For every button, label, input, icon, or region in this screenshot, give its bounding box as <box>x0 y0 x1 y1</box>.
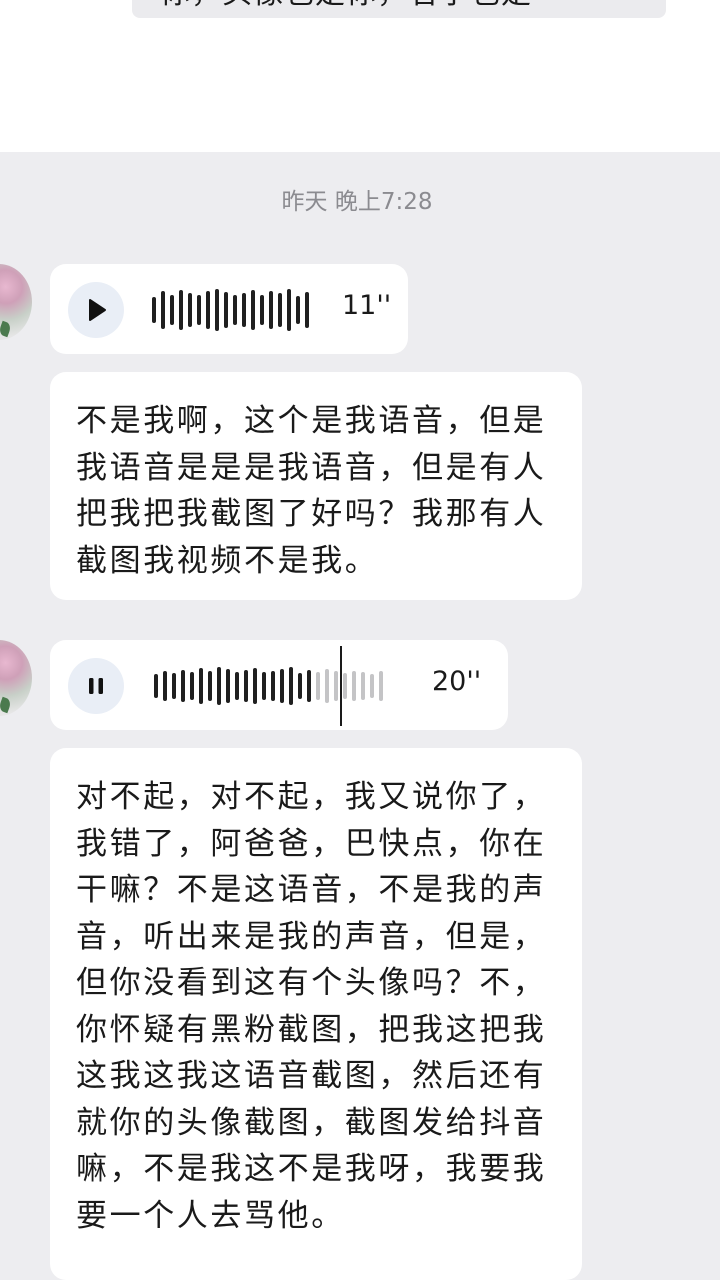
waveform-bar <box>307 670 311 702</box>
pause-icon <box>89 678 103 694</box>
waveform-bar <box>343 673 347 699</box>
waveform-bar <box>334 671 338 701</box>
waveform-bar <box>316 672 320 700</box>
waveform-bar <box>352 671 356 701</box>
text-message-bubble[interactable]: 不是我啊，这个是我语音，但是我语音是是是我语音，但是有人把我把我截图了好吗？我那… <box>50 372 582 600</box>
waveform-bar <box>287 289 291 331</box>
waveform-bar <box>233 295 237 325</box>
waveform-bar <box>152 297 156 323</box>
waveform-bar <box>190 672 194 700</box>
waveform-bar <box>226 669 230 703</box>
waveform-bar <box>271 671 275 701</box>
waveform-bar <box>269 291 273 329</box>
waveform-bar <box>217 667 221 705</box>
waveform-bar <box>278 293 282 327</box>
waveform-bar <box>179 290 183 330</box>
voice-duration: 11'' <box>342 290 392 321</box>
message-text: 不是我啊，这个是我语音，但是我语音是是是我语音，但是有人把我把我截图了好吗？我那… <box>76 403 547 579</box>
waveform-bar <box>244 670 248 702</box>
waveform-bar <box>242 293 246 327</box>
waveform-bar <box>260 295 264 325</box>
waveform-bar <box>296 296 300 324</box>
waveform-bar <box>172 673 176 699</box>
waveform-bar <box>163 671 167 701</box>
playback-cursor[interactable] <box>340 646 342 726</box>
waveform-bar <box>305 292 309 328</box>
waveform-bar <box>206 291 210 329</box>
voice-duration: 20'' <box>432 666 482 697</box>
waveform-bar <box>379 671 383 701</box>
avatar-leaf <box>0 320 13 338</box>
waveform-bar <box>235 672 239 700</box>
voice-waveform <box>154 658 388 714</box>
waveform-bar <box>215 289 219 331</box>
previous-message-card[interactable]: 你，头像也是你，名字也是 <box>132 0 666 18</box>
voice-message-bubble[interactable]: 20'' <box>50 640 508 730</box>
waveform-bar <box>181 670 185 702</box>
message-text: 对不起，对不起，我又说你了，我错了，阿爸爸，巴快点，你在干嘛？不是这语音，不是我… <box>76 779 547 1234</box>
waveform-bar <box>298 673 302 699</box>
voice-waveform <box>152 282 314 338</box>
message-timestamp: 昨天 晚上7:28 <box>281 189 433 215</box>
waveform-bar <box>361 672 365 700</box>
waveform-bar <box>289 667 293 705</box>
voice-message-bubble[interactable]: 11'' <box>50 264 408 354</box>
waveform-bar <box>188 293 192 327</box>
waveform-bar <box>161 291 165 329</box>
waveform-bar <box>224 292 228 328</box>
waveform-bar <box>199 668 203 704</box>
waveform-bar <box>325 669 329 703</box>
play-button[interactable] <box>68 282 124 338</box>
pause-button[interactable] <box>68 658 124 714</box>
waveform-bar <box>197 295 201 325</box>
waveform-bar <box>253 668 257 704</box>
waveform-bar <box>370 674 374 698</box>
waveform-bar <box>170 295 174 325</box>
previous-message-text: 你，头像也是你，名字也是 <box>160 0 532 12</box>
waveform-bar <box>208 671 212 701</box>
text-message-bubble[interactable]: 对不起，对不起，我又说你了，我错了，阿爸爸，巴快点，你在干嘛？不是这语音，不是我… <box>50 748 582 1280</box>
previous-message-area: 你，头像也是你，名字也是 <box>0 0 720 152</box>
play-icon <box>89 299 106 321</box>
waveform-bar <box>251 290 255 330</box>
avatar-leaf <box>0 696 13 714</box>
waveform-bar <box>262 672 266 700</box>
waveform-bar <box>280 669 284 703</box>
waveform-bar <box>154 674 158 698</box>
